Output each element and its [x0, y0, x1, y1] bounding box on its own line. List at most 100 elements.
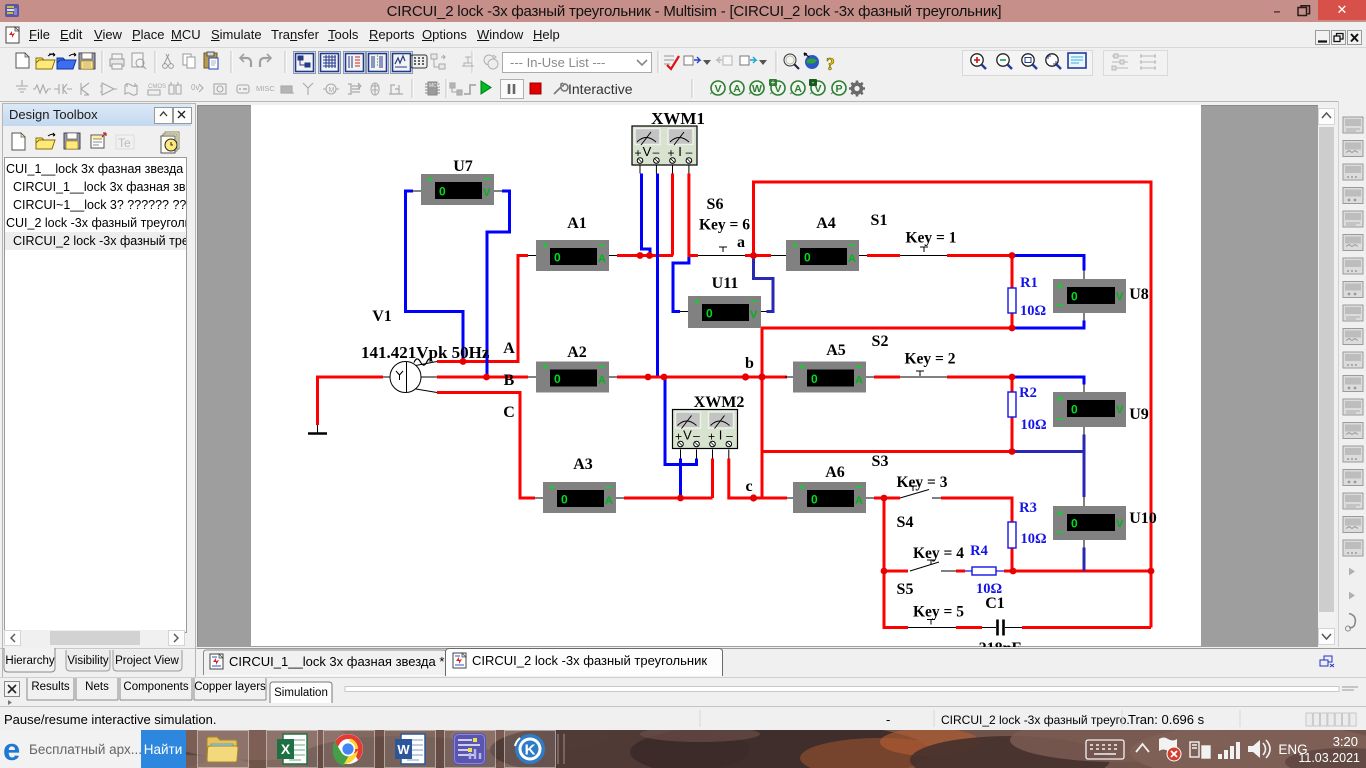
svg-text:141.421Vpk 50Hz: 141.421Vpk 50Hz [361, 343, 490, 362]
svg-text:XWM2: XWM2 [694, 394, 745, 411]
svg-text:Бесплатный арх...: Бесплатный арх... [29, 742, 142, 757]
svg-text:0: 0 [811, 493, 818, 507]
svg-text:Key = 6: Key = 6 [699, 217, 750, 234]
svg-text:U10: U10 [1129, 510, 1157, 527]
svg-text:+: + [549, 483, 555, 494]
svg-text:C: C [503, 404, 515, 421]
svg-text:V: V [1116, 291, 1124, 303]
svg-text:11.03.2021: 11.03.2021 [1298, 751, 1360, 765]
svg-text:0: 0 [1071, 290, 1078, 304]
svg-text:–: – [1056, 524, 1063, 539]
svg-text:+: + [792, 241, 798, 252]
svg-text:V1: V1 [372, 308, 392, 325]
svg-text:+: + [542, 363, 548, 374]
svg-text:?: ? [826, 54, 835, 74]
svg-text:V: V [750, 309, 758, 321]
svg-text:V: V [1116, 518, 1124, 530]
svg-text:0: 0 [1071, 403, 1078, 417]
svg-text:–: – [653, 145, 660, 159]
svg-text:b: b [745, 355, 754, 372]
svg-text:Visibility: Visibility [67, 655, 109, 667]
svg-text:+: + [1057, 281, 1063, 293]
svg-text:–: – [855, 359, 862, 374]
svg-text:–: – [855, 479, 862, 494]
svg-text:V: V [483, 187, 491, 199]
svg-text:V: V [643, 144, 652, 159]
svg-text:c: c [745, 478, 752, 495]
svg-text:I: I [719, 428, 723, 443]
svg-text:0: 0 [1071, 517, 1078, 531]
svg-text:10Ω: 10Ω [1020, 417, 1046, 433]
svg-text:A: A [848, 253, 856, 265]
svg-text:R3: R3 [1019, 500, 1037, 516]
svg-text:Copper layers: Copper layers [194, 681, 266, 693]
svg-text:A5: A5 [826, 342, 846, 359]
svg-text:Results: Results [31, 681, 70, 693]
svg-text:A6: A6 [825, 464, 845, 481]
svg-text:0: 0 [804, 251, 811, 265]
svg-text:+: + [542, 241, 548, 252]
svg-text:A: A [794, 83, 802, 95]
svg-text:3:20: 3:20 [1333, 734, 1358, 749]
svg-text:+: + [694, 297, 700, 308]
svg-text:U7: U7 [453, 158, 473, 175]
svg-text:CIRCUI_1__lock 3х фазная звезд: CIRCUI_1__lock 3х фазная звезда * [229, 654, 444, 669]
svg-text:S2: S2 [872, 333, 889, 350]
svg-text:Key = 2: Key = 2 [904, 351, 955, 368]
svg-text:Найти: Найти [144, 742, 183, 757]
svg-text:0: 0 [554, 251, 561, 265]
svg-text:W: W [752, 83, 762, 95]
svg-text:Nets: Nets [85, 681, 109, 693]
svg-text:–: – [1056, 297, 1063, 312]
svg-text:X: X [281, 741, 291, 757]
svg-text:A: A [598, 253, 606, 265]
svg-text:+: + [1057, 508, 1063, 520]
svg-text:Components: Components [123, 681, 188, 693]
svg-text:R4: R4 [970, 543, 988, 559]
svg-text:Simulation: Simulation [274, 687, 328, 699]
svg-text:U9: U9 [1129, 406, 1149, 423]
svg-text:MCU: MCU [429, 83, 441, 89]
svg-text:CIRCUI_2 lock -3х фазный треуг: CIRCUI_2 lock -3х фазный треугольник [472, 653, 707, 668]
svg-text:0: 0 [561, 493, 568, 507]
svg-text:S4: S4 [897, 514, 914, 531]
svg-text:218nF: 218nF [979, 640, 1022, 647]
svg-text:+: + [799, 483, 805, 494]
svg-text:A1: A1 [567, 215, 587, 232]
svg-text:P: P [835, 83, 842, 95]
svg-text:C1: C1 [985, 595, 1005, 612]
svg-text:–: – [750, 293, 757, 308]
svg-text:A2: A2 [567, 344, 587, 361]
svg-text:–: – [483, 171, 490, 186]
svg-text:U11: U11 [712, 275, 739, 292]
svg-text:A: A [605, 495, 613, 507]
svg-text:-: - [812, 78, 815, 87]
svg-text:S6: S6 [707, 196, 724, 213]
svg-text:0: 0 [706, 307, 713, 321]
svg-text:A4: A4 [816, 215, 836, 232]
svg-text:A: A [855, 375, 863, 387]
svg-text:Key = 4: Key = 4 [913, 545, 964, 562]
svg-text:–: – [726, 429, 733, 443]
svg-text:B: B [504, 372, 515, 389]
svg-text:Project View: Project View [115, 655, 179, 667]
svg-text:Key = 1: Key = 1 [905, 230, 956, 247]
svg-text:MISC: MISC [256, 84, 275, 93]
svg-text:A: A [855, 495, 863, 507]
svg-text:S1: S1 [871, 212, 888, 229]
svg-text:U8: U8 [1129, 286, 1149, 303]
svg-text:Key = 3: Key = 3 [896, 474, 947, 491]
svg-text:e: e [3, 732, 20, 767]
svg-text:+: + [771, 78, 776, 87]
svg-text:–: – [693, 429, 700, 443]
svg-text:Te: Te [118, 136, 131, 150]
svg-text:10Ω: 10Ω [976, 581, 1002, 597]
svg-text:0: 0 [811, 372, 818, 386]
svg-text:R1: R1 [1020, 275, 1038, 291]
svg-text:Key = 5: Key = 5 [913, 604, 964, 621]
svg-text:–: – [598, 237, 605, 252]
svg-text:S5: S5 [897, 581, 914, 598]
svg-text:A: A [503, 340, 515, 357]
svg-text:+: + [799, 363, 805, 374]
svg-text:--- In-Use List ---: --- In-Use List --- [510, 55, 605, 70]
